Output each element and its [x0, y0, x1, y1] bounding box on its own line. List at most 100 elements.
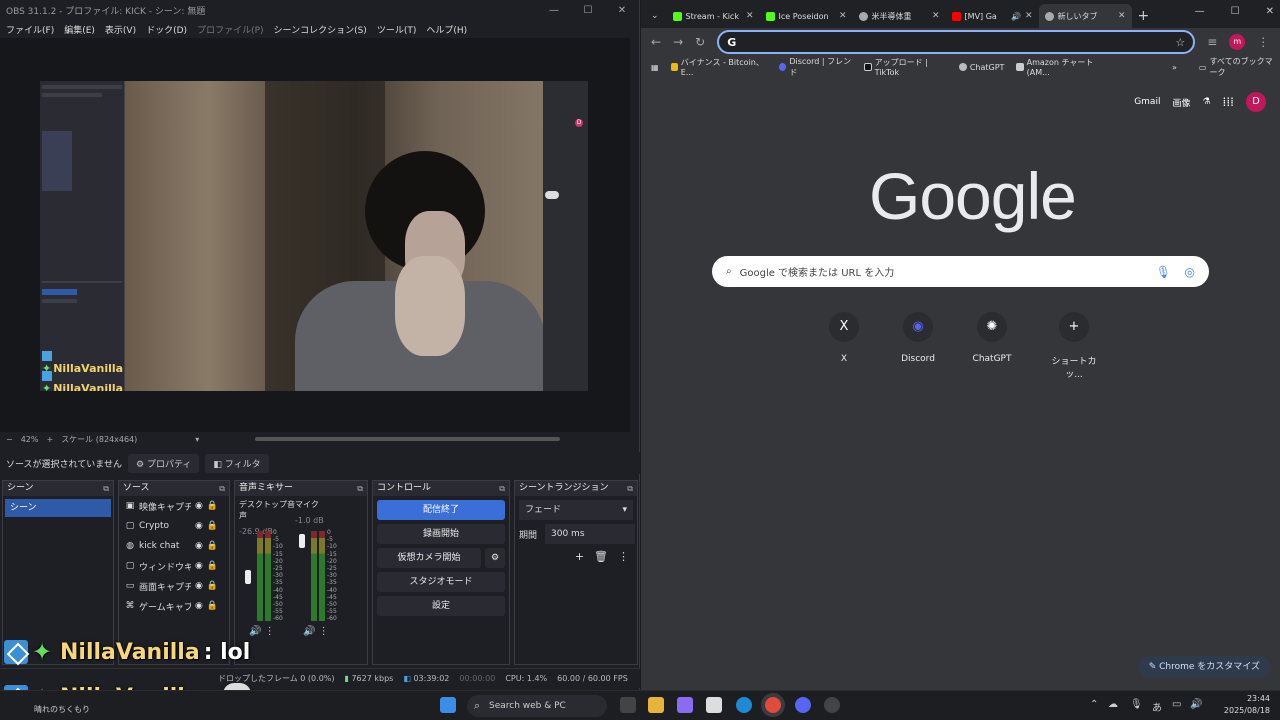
menu-view[interactable]: 表示(V) — [105, 23, 136, 36]
menu-tools[interactable]: ツール(T) — [377, 23, 417, 36]
lock-icon[interactable]: 🔒 — [207, 561, 218, 571]
menu-edit[interactable]: 編集(E) — [64, 23, 95, 36]
lock-icon[interactable]: 🔒 — [207, 521, 218, 531]
menu-scene-collection[interactable]: シーンコレクション(S) — [274, 23, 367, 36]
task-view-icon[interactable] — [620, 697, 636, 713]
source-row[interactable]: ▢ウィンドウキャプチャ◉🔒 — [119, 556, 229, 576]
transition-select[interactable]: フェード ▾ — [519, 500, 633, 520]
lens-icon[interactable]: ◎ — [1185, 265, 1195, 279]
taskbar-search[interactable]: Search web & PC — [467, 695, 607, 717]
lock-icon[interactable]: 🔒 — [207, 501, 218, 511]
lock-icon[interactable]: 🔒 — [207, 541, 218, 551]
duration-input[interactable]: 300 ms — [545, 524, 636, 544]
source-row[interactable]: ▣映像キャプチャデバイス◉🔒 — [119, 496, 229, 516]
trash-icon[interactable]: 🗑 — [594, 550, 608, 563]
source-row[interactable]: ⌘ゲームキャプチャ◉🔒 — [119, 596, 229, 616]
source-row[interactable]: ◍ kick chat ◉ 🔒 — [119, 536, 229, 556]
chevron-up-icon[interactable]: ⌃ — [1090, 699, 1098, 710]
scene-item[interactable]: シーン — [5, 499, 111, 517]
chrome-icon[interactable] — [765, 697, 781, 713]
shortcut-discord[interactable]: ◉ Discord — [895, 312, 941, 380]
bookmark-item[interactable]: Amazon チャート (AM... — [1016, 57, 1110, 77]
bookmark-star-icon[interactable]: ☆ — [1175, 36, 1185, 49]
profile-avatar[interactable]: m — [1229, 34, 1246, 50]
volume-fader[interactable] — [299, 533, 305, 548]
stop-stream-button[interactable]: 配信終了 — [377, 500, 505, 520]
menu-dock[interactable]: ドック(D) — [146, 23, 187, 36]
popout-icon[interactable]: ⧉ — [357, 481, 363, 496]
filters-button[interactable]: ◧ フィルタ — [205, 453, 269, 473]
popout-icon[interactable]: ⧉ — [103, 481, 109, 496]
apps-icon[interactable]: ▦ — [651, 63, 659, 72]
media-icon[interactable]: ≡ — [1207, 35, 1217, 49]
mic-icon[interactable]: 🎙 — [1130, 699, 1143, 710]
chevron-right-icon[interactable]: » — [1172, 63, 1177, 72]
clock[interactable]: 23:44 2025/08/18 — [1224, 693, 1270, 717]
bookmark-item[interactable]: アップロード | TikTok — [864, 57, 947, 77]
tab-item[interactable]: Stream - Kick ✕ — [667, 4, 760, 28]
speaker-icon[interactable]: 🔊 ⋮ — [303, 626, 329, 637]
source-row[interactable]: ▭画面キャプチャ◉🔒 — [119, 576, 229, 596]
close-icon[interactable]: ✕ — [1266, 6, 1274, 17]
tab-item[interactable]: Ice Poseidon ✕ — [760, 4, 853, 28]
preview-canvas[interactable]: ✦ NillaVanilla ✦ NillaVanilla D — [40, 81, 588, 391]
source-row[interactable]: ▢ Crypto ◉ 🔒 — [119, 516, 229, 536]
close-icon[interactable]: ✕ — [839, 11, 847, 21]
eye-icon[interactable]: ◉ — [195, 601, 203, 611]
windows-start-icon[interactable] — [440, 697, 456, 713]
mic-icon[interactable]: 🎙 — [1156, 265, 1171, 279]
menu-icon[interactable]: ⋮ — [1257, 35, 1269, 49]
shortcut-x[interactable]: XX — [821, 312, 867, 380]
add-shortcut[interactable]: + ショートカッ... — [1043, 312, 1105, 380]
tab-item-active[interactable]: 新しいタブ ✕ — [1038, 4, 1132, 28]
new-tab-button[interactable]: + — [1138, 8, 1150, 24]
scale-select[interactable]: スケール (824x464) — [61, 434, 137, 445]
gear-icon[interactable]: ⚙ — [485, 548, 505, 568]
cloud-icon[interactable]: ☁ — [1108, 699, 1118, 710]
audio-icon[interactable]: 🔊 — [1011, 12, 1021, 21]
tab-item[interactable]: [MV] Ga 🔊 ✕ — [946, 4, 1039, 28]
preview-area[interactable]: ✦ NillaVanilla ✦ NillaVanilla D — [0, 38, 630, 432]
popout-icon[interactable]: ⧉ — [627, 481, 633, 496]
edge-icon[interactable] — [736, 697, 752, 713]
close-icon[interactable]: ✕ — [746, 11, 754, 21]
close-icon[interactable]: ✕ — [605, 5, 639, 16]
bookmark-item[interactable]: Discord | フレンド — [779, 56, 852, 78]
reload-icon[interactable]: ↻ — [695, 35, 705, 49]
back-icon[interactable]: ← — [651, 35, 661, 49]
file-explorer-icon[interactable] — [648, 697, 664, 713]
chevron-down-icon[interactable]: ▾ — [195, 435, 199, 444]
horizontal-scrollbar[interactable] — [255, 437, 560, 441]
eye-icon[interactable]: ◉ — [195, 561, 203, 571]
properties-button[interactable]: ⚙ プロパティ — [128, 453, 200, 473]
add-icon[interactable]: + — [575, 550, 584, 563]
more-icon[interactable]: ⋮ — [618, 550, 629, 563]
tab-item[interactable]: 米半導体重 ✕ — [853, 4, 946, 28]
bookmark-item[interactable]: バイナンス - Bitcoin、E... — [670, 57, 768, 77]
speaker-icon[interactable]: 🔊 ⋮ — [249, 626, 275, 637]
settings-button[interactable]: 設定 — [377, 596, 505, 616]
zoom-out-button[interactable]: − — [6, 435, 13, 444]
virtual-camera-button[interactable]: 仮想カメラ開始 — [377, 548, 481, 568]
bookmark-item[interactable]: ChatGPT — [958, 63, 1004, 72]
maximize-icon[interactable]: ☐ — [1231, 6, 1240, 17]
close-icon[interactable]: ✕ — [1025, 11, 1033, 21]
close-icon[interactable]: ✕ — [932, 11, 940, 21]
menu-file[interactable]: ファイル(F) — [6, 23, 54, 36]
shortcut-chatgpt[interactable]: ✺ ChatGPT — [969, 312, 1015, 380]
images-link[interactable]: 画像 — [1172, 96, 1190, 109]
search-box[interactable]: ⌕ Google で検索または URL を入力 🎙 ◎ — [712, 256, 1209, 287]
omnibox[interactable]: G ☆ — [717, 30, 1196, 54]
eye-icon[interactable]: ◉ — [195, 581, 203, 591]
popout-icon[interactable]: ⧉ — [499, 481, 505, 496]
maximize-icon[interactable]: ☐ — [571, 5, 605, 16]
eye-icon[interactable]: ◉ — [195, 501, 203, 511]
eye-icon[interactable]: ◉ — [195, 541, 203, 551]
zoom-in-button[interactable]: + — [46, 435, 53, 444]
discord-icon[interactable] — [795, 697, 811, 713]
store-icon[interactable] — [706, 697, 722, 713]
eye-icon[interactable]: ◉ — [195, 521, 203, 531]
studio-mode-button[interactable]: スタジオモード — [377, 572, 505, 592]
forward-icon[interactable]: → — [673, 35, 683, 49]
all-bookmarks-button[interactable]: ▭ すべてのブックマーク — [1199, 56, 1280, 78]
